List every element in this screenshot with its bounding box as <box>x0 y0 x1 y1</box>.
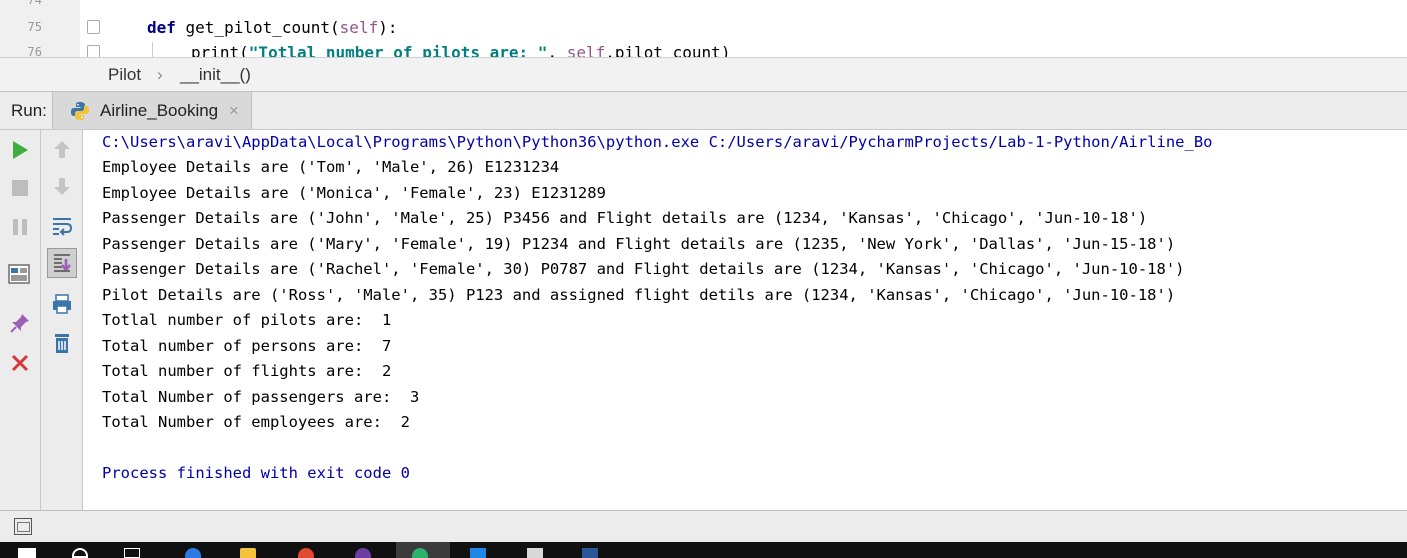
python-icon <box>71 102 89 120</box>
windows-start-icon[interactable] <box>18 548 36 558</box>
line-number: 75 <box>27 20 42 34</box>
console-line[interactable]: Total Number of employees are: 2 <box>102 413 410 431</box>
line-number: 74 <box>27 0 42 7</box>
code-line-75[interactable]: def get_pilot_count(self): <box>147 18 397 37</box>
run-label: Run: <box>11 101 47 120</box>
editor-gutter: 74 75 76 <box>0 0 80 57</box>
console-line[interactable]: Totlal number of pilots are: 1 <box>102 311 391 329</box>
console-line[interactable]: Pilot Details are ('Ross', 'Male', 35) P… <box>102 286 1175 304</box>
pin-icon[interactable] <box>7 310 33 336</box>
print-icon[interactable] <box>49 291 75 317</box>
code-line-76[interactable]: print("Totlal number of pilots are: ", s… <box>191 43 730 57</box>
edge-icon[interactable] <box>185 548 201 558</box>
run-icon[interactable] <box>7 137 33 163</box>
chrome-icon[interactable] <box>298 548 314 558</box>
console-line[interactable]: Total Number of passengers are: 3 <box>102 388 419 406</box>
run-toolbar-secondary <box>41 130 83 510</box>
indent-guide <box>152 42 153 57</box>
word-icon[interactable] <box>582 548 598 558</box>
scroll-to-end-icon[interactable] <box>47 248 77 278</box>
fold-marker-icon[interactable] <box>87 45 100 57</box>
console-line[interactable]: Total number of persons are: 7 <box>102 337 391 355</box>
down-arrow-icon[interactable] <box>49 174 75 200</box>
console-line-command[interactable]: C:\Users\aravi\AppData\Local\Programs\Py… <box>102 133 1212 151</box>
console-line-exit[interactable]: Process finished with exit code 0 <box>102 464 410 482</box>
stop-icon[interactable] <box>7 175 33 201</box>
run-tool-window-header: Run: Airline_Booking × <box>0 92 1407 130</box>
trash-icon[interactable] <box>49 330 75 356</box>
task-view-icon[interactable] <box>124 548 140 558</box>
app-icon[interactable] <box>355 548 371 558</box>
console-line[interactable]: Passenger Details are ('John', 'Male', 2… <box>102 209 1147 227</box>
tool-windows-icon[interactable] <box>14 518 32 535</box>
close-tab-icon[interactable]: × <box>229 101 239 121</box>
run-tab-airline-booking[interactable]: Airline_Booking × <box>52 92 252 129</box>
run-tab-label: Airline_Booking <box>100 101 219 120</box>
breadcrumb-class[interactable]: Pilot <box>108 65 141 85</box>
line-number: 76 <box>27 45 42 57</box>
soft-wrap-icon[interactable] <box>49 213 75 239</box>
console-line[interactable]: Employee Details are ('Tom', 'Male', 26)… <box>102 158 559 176</box>
breadcrumb: Pilot › __init__() <box>0 57 1407 92</box>
store-icon[interactable] <box>470 548 486 558</box>
console-output[interactable]: C:\Users\aravi\AppData\Local\Programs\Py… <box>83 130 1407 510</box>
run-toolbar-primary <box>0 130 41 510</box>
layout-icon[interactable] <box>6 261 32 287</box>
pause-icon[interactable] <box>7 214 33 240</box>
breadcrumb-method[interactable]: __init__() <box>180 65 251 85</box>
notepad-icon[interactable] <box>527 548 543 558</box>
console-line[interactable]: Passenger Details are ('Mary', 'Female',… <box>102 235 1175 253</box>
os-taskbar <box>0 542 1407 558</box>
search-icon[interactable] <box>72 548 88 558</box>
close-icon[interactable] <box>7 350 33 376</box>
code-editor[interactable]: 74 75 76 def get_pilot_count(self): prin… <box>0 0 1407 57</box>
console-line[interactable]: Passenger Details are ('Rachel', 'Female… <box>102 260 1185 278</box>
console-line[interactable]: Employee Details are ('Monica', 'Female'… <box>102 184 606 202</box>
pycharm-icon <box>412 548 428 558</box>
fold-marker-icon[interactable] <box>87 20 100 34</box>
file-explorer-icon[interactable] <box>240 548 256 558</box>
status-bar <box>0 510 1407 542</box>
up-arrow-icon[interactable] <box>49 136 75 162</box>
console-line[interactable]: Total number of flights are: 2 <box>102 362 391 380</box>
breadcrumb-separator-icon: › <box>157 65 163 84</box>
